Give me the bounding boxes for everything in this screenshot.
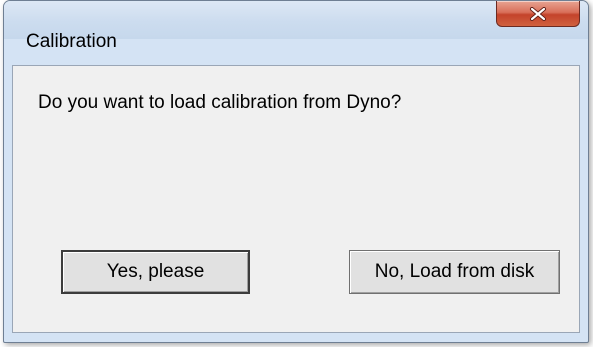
title-bar[interactable]: Calibration (4, 1, 588, 52)
yes-button[interactable]: Yes, please (61, 250, 250, 294)
calibration-dialog: Calibration Do you want to load calibrat… (3, 0, 589, 343)
close-button[interactable] (496, 1, 580, 27)
close-icon (529, 6, 547, 21)
no-load-from-disk-button[interactable]: No, Load from disk (349, 250, 560, 294)
prompt-message: Do you want to load calibration from Dyn… (38, 92, 402, 113)
window-title: Calibration (26, 31, 117, 52)
dialog-body: Do you want to load calibration from Dyn… (12, 65, 580, 333)
